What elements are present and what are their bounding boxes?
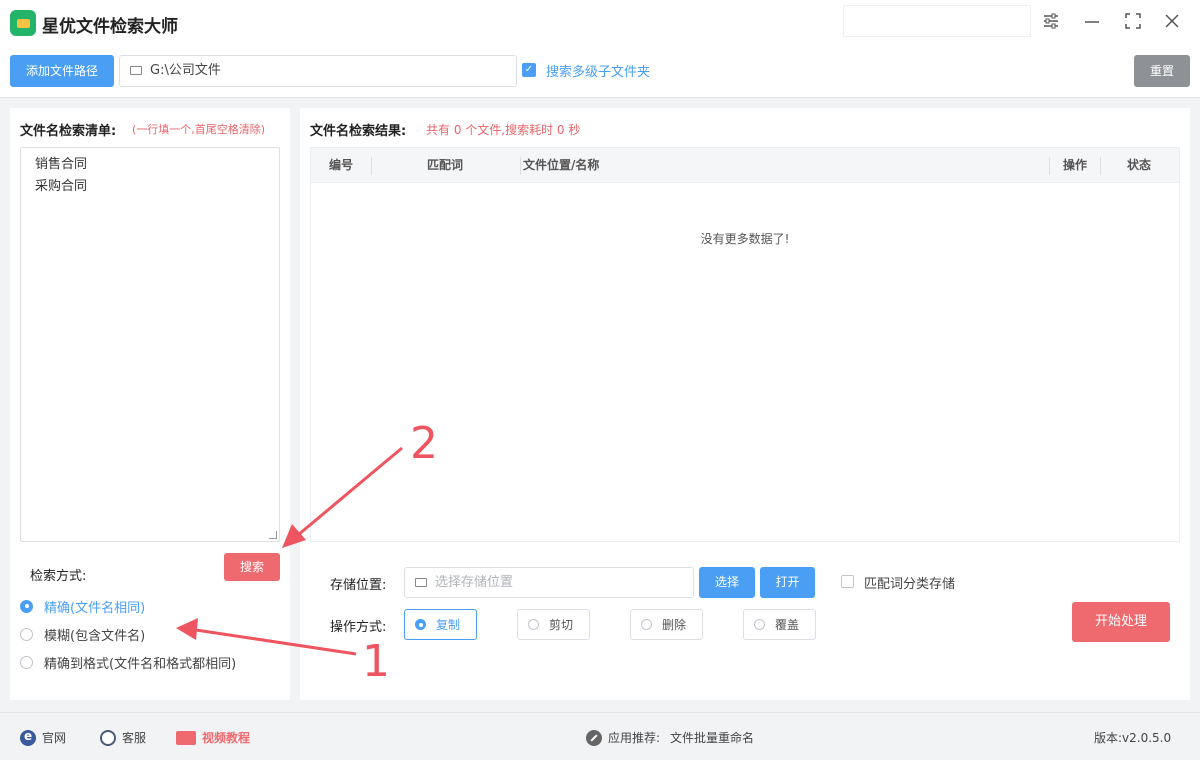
footer-recommend-app-link[interactable]: 文件批量重命名 [670,729,754,746]
annotation-number-2: 2 [410,418,438,469]
footer-website-link[interactable]: 官网 [20,729,66,746]
footer: 官网 客服 视频教程 应用推荐: 文件批量重命名 版本:v2.0.5.0 [0,712,1200,760]
video-icon [176,730,196,745]
chat-icon [100,729,116,746]
footer-recommend: 应用推荐: 文件批量重命名 [586,729,754,746]
footer-service-label: 客服 [122,731,147,745]
annotation-number-1: 1 [362,636,390,687]
footer-video-link[interactable]: 视频教程 [176,729,250,746]
footer-website-label: 官网 [42,731,67,745]
ie-icon [20,729,36,746]
annotation-arrows [176,446,403,656]
link-icon [586,729,602,746]
footer-service-link[interactable]: 客服 [100,729,146,746]
footer-video-label: 视频教程 [202,731,251,745]
footer-version: 版本:v2.0.5.0 [1094,731,1172,745]
footer-recommend-label: 应用推荐: [608,731,661,745]
